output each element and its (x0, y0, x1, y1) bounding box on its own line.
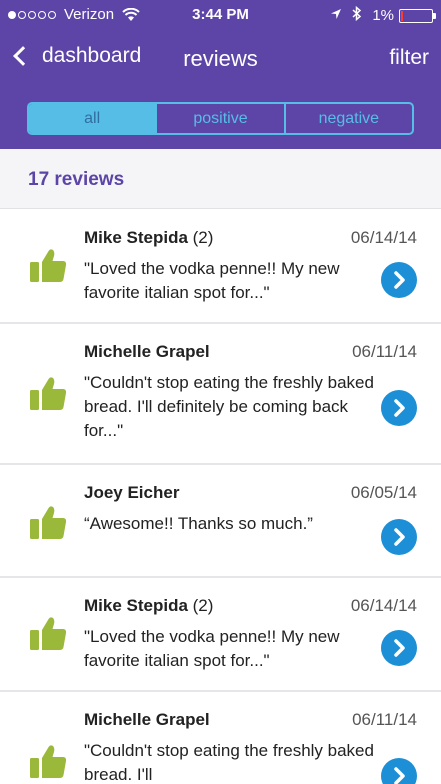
chevron-right-icon (394, 767, 405, 784)
chevron-left-icon (13, 46, 33, 66)
status-right: 1% (330, 5, 436, 25)
chevron-right-icon (394, 639, 405, 657)
reviewer-review-count: (2) (187, 596, 214, 615)
header: Verizon 3:44 PM 1% dashboard reviews fil… (0, 0, 441, 149)
segment-positive[interactable]: positive (157, 104, 286, 133)
bluetooth-icon (352, 5, 362, 25)
review-item[interactable]: Mike Stepida (2) 06/14/14 "Loved the vod… (0, 578, 441, 692)
review-date: 06/05/14 (350, 483, 417, 502)
chevron-right-icon (394, 528, 405, 546)
review-date: 06/14/14 (350, 228, 417, 247)
review-date: 06/11/14 (352, 342, 417, 361)
location-arrow-icon (330, 7, 342, 24)
status-bar: Verizon 3:44 PM 1% (0, 0, 441, 30)
chevron-right-icon (394, 399, 405, 417)
review-count: 17 reviews (28, 169, 125, 190)
reviewer-name: Joey Eicher (84, 483, 180, 502)
thumbs-up-icon (28, 248, 68, 284)
segment-all[interactable]: all (29, 104, 158, 133)
review-text: "Loved the vodka penne!! My new favorite… (84, 627, 340, 670)
reviewer-review-count: (2) (187, 228, 214, 247)
reviewer-name: Mike Stepida (2) (84, 228, 214, 247)
thumbs-up-icon (28, 616, 68, 652)
filter-button[interactable]: filter (389, 46, 429, 70)
review-text: "Couldn't stop eating the freshly baked … (84, 373, 374, 440)
review-item[interactable]: Michelle Grapel 06/11/14 "Couldn't stop … (0, 692, 441, 784)
review-item[interactable]: Joey Eicher 06/05/14 “Awesome!! Thanks s… (0, 465, 441, 578)
reviewer-name: Michelle Grapel (84, 710, 210, 729)
back-button[interactable]: dashboard (10, 44, 141, 68)
nav-bar: dashboard reviews filter (0, 36, 441, 82)
open-review-button[interactable] (381, 262, 417, 298)
thumbs-up-icon (28, 505, 68, 541)
chevron-right-icon (394, 271, 405, 289)
reviewer-name: Mike Stepida (2) (84, 596, 214, 615)
review-text: "Couldn't stop eating the freshly baked … (84, 741, 374, 784)
open-review-button[interactable] (381, 390, 417, 426)
battery-icon (399, 8, 436, 23)
review-list: Mike Stepida (2) 06/14/14 "Loved the vod… (0, 210, 441, 784)
segment-negative[interactable]: negative (286, 104, 412, 133)
thumbs-up-icon (28, 744, 68, 780)
open-review-button[interactable] (381, 519, 417, 555)
battery-percent: 1% (372, 7, 394, 24)
review-date: 06/14/14 (350, 596, 417, 615)
review-count-row: 17 reviews (0, 149, 441, 209)
thumbs-up-icon (28, 376, 68, 412)
review-text: “Awesome!! Thanks so much.” (84, 514, 313, 533)
review-item[interactable]: Michelle Grapel 06/11/14 "Couldn't stop … (0, 324, 441, 465)
open-review-button[interactable] (381, 630, 417, 666)
back-label: dashboard (42, 44, 142, 67)
review-text: "Loved the vodka penne!! My new favorite… (84, 259, 340, 302)
review-item[interactable]: Mike Stepida (2) 06/14/14 "Loved the vod… (0, 210, 441, 324)
reviewer-name: Michelle Grapel (84, 342, 210, 361)
review-filter-segmented-control: all positive negative (27, 102, 414, 135)
open-review-button[interactable] (381, 758, 417, 784)
review-date: 06/11/14 (352, 710, 417, 729)
